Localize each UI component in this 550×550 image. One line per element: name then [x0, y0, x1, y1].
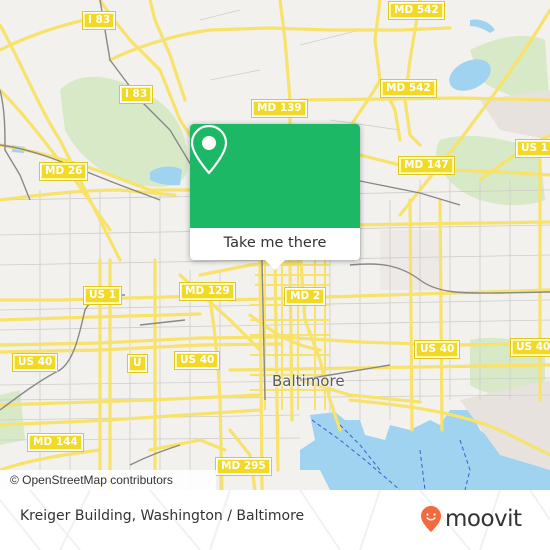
road-shield: MD 129	[179, 282, 236, 301]
road-shield: I 83	[81, 11, 117, 30]
road-shield: U	[127, 354, 148, 373]
moovit-logo[interactable]: moovit	[420, 504, 522, 534]
road-shield: US 40	[509, 338, 550, 357]
map-pin-icon	[190, 124, 228, 175]
place-name: Kreiger Building, Washington / Baltimore	[20, 508, 305, 524]
road-shield: US 40	[173, 351, 221, 370]
popup-pointer	[264, 259, 286, 270]
location-popup[interactable]: Take me there	[190, 124, 360, 270]
road-shield: MD 147	[398, 156, 455, 175]
road-shield: US 1	[514, 139, 550, 158]
road-shield: MD 144	[27, 433, 84, 452]
road-shield: MD 542	[380, 79, 437, 98]
road-shield: I 83	[118, 85, 154, 104]
road-shield: MD 2	[283, 287, 327, 306]
road-shield: MD 26	[38, 162, 89, 181]
footer: Kreiger Building, Washington / Baltimore…	[0, 490, 550, 550]
map[interactable]: I 83 I 83 MD 542 MD 542 MD 139 MD 26 MD …	[0, 0, 550, 490]
road-shield: US 40	[413, 340, 461, 359]
map-attribution[interactable]: © OpenStreetMap contributors	[0, 470, 216, 490]
road-shield: MD 139	[251, 99, 308, 118]
road-shield: US 1	[82, 286, 123, 305]
road-shield: US 40	[11, 353, 59, 372]
moovit-wordmark: moovit	[445, 506, 522, 532]
moovit-pin-icon	[421, 506, 441, 532]
city-label: Baltimore	[272, 372, 345, 390]
road-shield: MD 295	[215, 457, 272, 476]
take-me-there-button[interactable]: Take me there	[190, 228, 360, 260]
popup-header	[190, 124, 360, 228]
road-shield: MD 542	[388, 1, 445, 20]
